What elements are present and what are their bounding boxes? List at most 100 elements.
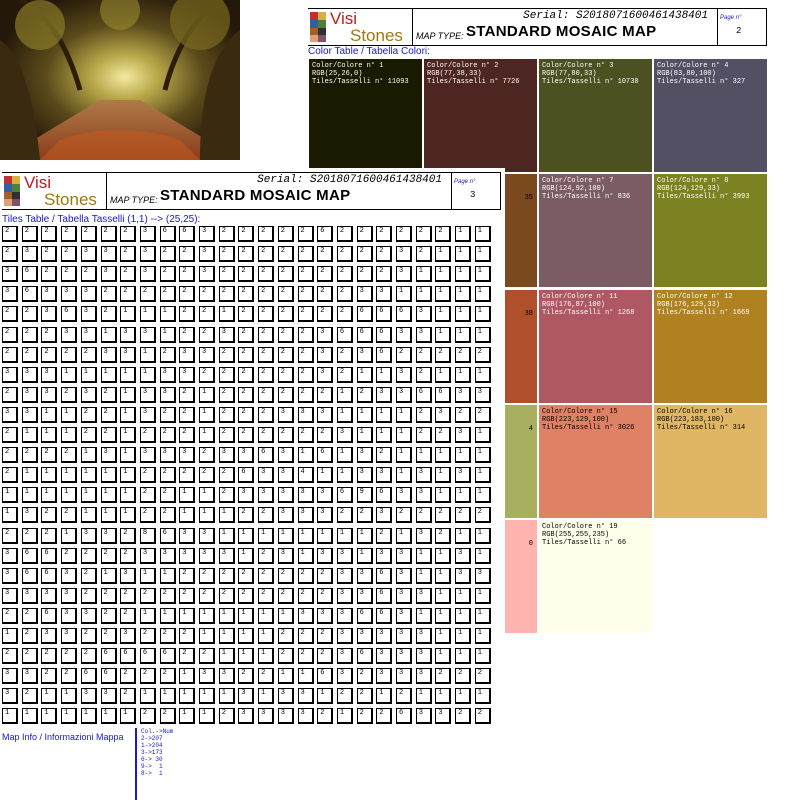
- tile-cell: 3: [356, 447, 373, 464]
- tile-cell: 2: [159, 587, 176, 604]
- tile-cell: 3: [41, 306, 58, 323]
- tile-cell: 1: [179, 668, 196, 685]
- tile-cell: 1: [474, 326, 491, 343]
- color-count-list: Col.->Num 2->207 1->204 3->173 6-> 30 9-> 1 8-…: [135, 728, 197, 800]
- tile-cell: 2: [2, 467, 18, 484]
- tile-cell: 3: [376, 467, 393, 484]
- tile-cell: 3: [317, 607, 334, 624]
- tile-cell: 1: [61, 688, 78, 705]
- tile-cell: 3: [80, 386, 97, 403]
- tile-cell: 3: [179, 447, 196, 464]
- tile-cell: 3: [376, 547, 393, 564]
- tile-cell: 2: [80, 587, 97, 604]
- tile-cell: 3: [159, 547, 176, 564]
- swatch-name: Color/Colore n° 12: [657, 293, 733, 301]
- tile-cell: 3: [415, 326, 432, 343]
- tile-cell: 3: [100, 447, 117, 464]
- tile-cell: 2: [2, 326, 18, 343]
- tile-cell: 2: [474, 668, 491, 685]
- tile-cell: 2: [2, 306, 18, 323]
- tile-cell: 1: [120, 467, 137, 484]
- tile-cell: 2: [238, 668, 255, 685]
- tiles-table-title: Tiles Table / Tabella Tasselli (1,1) -->…: [2, 214, 201, 225]
- tile-cell: 3: [100, 688, 117, 705]
- map-type-value: STANDARD MOSAIC MAP: [160, 187, 351, 204]
- tile-cell: 1: [120, 306, 137, 323]
- tile-cell: 1: [455, 266, 472, 283]
- color-table-title: Color Table / Tabella Colori:: [308, 46, 430, 57]
- tile-cell: 2: [376, 527, 393, 544]
- tile-cell: 2: [41, 507, 58, 524]
- tile-cell: 3: [159, 366, 176, 383]
- tile-cell: 2: [139, 507, 156, 524]
- tile-cell: 1: [435, 286, 452, 303]
- tile-cell: 2: [100, 286, 117, 303]
- color-count-line: 9-> 1: [141, 763, 163, 770]
- color-swatch: Color/Colore n° 15 RGB(223,129,100) Tiles/…: [538, 404, 653, 519]
- tile-cell: 2: [179, 406, 196, 423]
- tile-cell: 1: [317, 527, 334, 544]
- swatch-tiles: Tiles/Tasselli n° 3026: [542, 424, 635, 432]
- serial-number: Serial: S20180716004614384​01: [257, 174, 442, 186]
- tile-cell: 1: [120, 507, 137, 524]
- tile-cell: 1: [376, 366, 393, 383]
- tile-cell: 2: [238, 246, 255, 263]
- tile-cell: 2: [317, 708, 334, 725]
- tile-cell: 3: [21, 386, 38, 403]
- tile-cell: 2: [238, 266, 255, 283]
- tile-cell: 3: [199, 246, 215, 263]
- tile-cell: 6: [159, 648, 176, 665]
- swatch-tiles: Tiles/Tasselli n° 327: [657, 78, 746, 86]
- tile-cell: 1: [435, 326, 452, 343]
- tile-cell: 1: [218, 688, 235, 705]
- tile-cell: 2: [218, 487, 235, 504]
- tile-cell: 2: [21, 648, 38, 665]
- tile-cell: 2: [277, 266, 294, 283]
- tile-cell: 1: [61, 527, 78, 544]
- tile-cell: 3: [179, 346, 196, 363]
- tile-cell: 1: [435, 587, 452, 604]
- logo-stones-text: Stones: [350, 26, 403, 45]
- tile-cell: 6: [356, 306, 373, 323]
- tile-cell: 1: [238, 607, 255, 624]
- tile-cell: 1: [297, 447, 314, 464]
- tile-cell: 6: [41, 567, 58, 584]
- tile-cell: 1: [238, 547, 255, 564]
- tile-cell: 2: [218, 467, 235, 484]
- swatch-tiles: Tiles/Tasselli n° 3993: [657, 193, 750, 201]
- tile-cell: 2: [61, 266, 78, 283]
- tile-cell: 2: [277, 366, 294, 383]
- tile-cell: 2: [179, 246, 196, 263]
- tile-cell: 2: [238, 366, 255, 383]
- tile-cell: 3: [415, 527, 432, 544]
- tile-cell: 1: [415, 547, 432, 564]
- tile-cell: 2: [317, 306, 334, 323]
- tile-cell: 2: [317, 567, 334, 584]
- tile-cell: 1: [396, 447, 412, 464]
- tile-cell: 3: [277, 507, 294, 524]
- tile-cell: 3: [41, 587, 58, 604]
- tile-cell: 3: [396, 246, 412, 263]
- tile-cell: 3: [396, 386, 412, 403]
- tile-cell: 2: [61, 246, 78, 263]
- swatch-name: Color/Colore n° 7: [542, 177, 614, 185]
- tile-cell: 2: [297, 326, 314, 343]
- tile-cell: 1: [100, 487, 117, 504]
- tile-cell: 1: [455, 628, 472, 644]
- tile-cell: 3: [415, 708, 432, 725]
- tile-cell: 2: [159, 708, 176, 725]
- tile-cell: 3: [2, 366, 18, 383]
- tile-cell: 3: [297, 708, 314, 725]
- color-count-line: Col.->Num: [141, 728, 174, 735]
- tile-cell: 1: [455, 648, 472, 665]
- swatch-fragment-text: 0: [528, 540, 533, 548]
- tile-cell: 2: [415, 246, 432, 263]
- swatch-tiles: Tiles/Tasselli n° 314: [657, 424, 746, 432]
- tile-cell: 3: [277, 547, 294, 564]
- tile-cell: 1: [21, 427, 38, 443]
- tile-cell: 2: [100, 406, 117, 423]
- tile-cell: 1: [2, 507, 18, 524]
- tile-cell: 3: [396, 266, 412, 283]
- tile-cell: 2: [238, 326, 255, 343]
- tile-cell: 2: [277, 306, 294, 323]
